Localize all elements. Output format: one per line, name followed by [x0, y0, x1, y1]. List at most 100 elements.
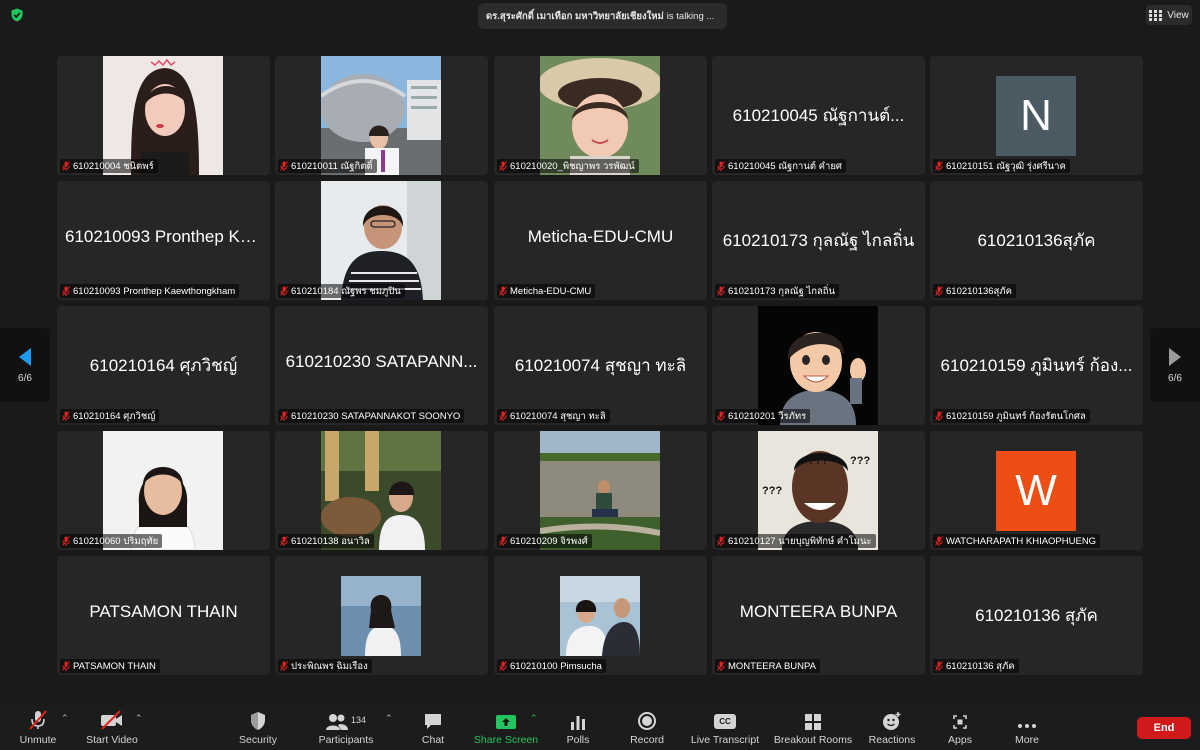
participant-name-label: 610210011 ณัฐกิตติ์ — [278, 159, 377, 173]
participant-tile[interactable]: 610210093 Pronthep Ka... 610210093 Pront… — [57, 181, 270, 300]
breakout-rooms-label: Breakout Rooms — [773, 734, 853, 746]
participant-tile[interactable]: 610210045 ณัฐกานต์... 610210045 ณัฐกานต์… — [712, 56, 925, 175]
live-transcript-label: Live Transcript — [690, 734, 760, 746]
apps-button[interactable]: Apps — [946, 709, 974, 746]
participant-name: 610210127 นายบุญพิทักษ์ คำโมนะ — [728, 535, 872, 547]
participants-options-chevron-icon[interactable]: ⌃ — [385, 713, 393, 724]
participant-tile[interactable]: 610210011 ณัฐกิตติ์ — [275, 56, 488, 175]
participant-avatar-photo — [341, 576, 421, 656]
participant-tile[interactable]: 610210173 กุลณัฐ ไกลถิ่น 610210173 กุลณั… — [712, 181, 925, 300]
participant-name-label: WATCHARAPATH KHIAOPHUENG — [933, 534, 1101, 548]
participant-name-label: 610210159 ภูมินทร์ ก้องรัตนโกศล — [933, 409, 1090, 423]
participants-button[interactable]: 134 Participants — [316, 709, 376, 746]
participant-name-label: 610210100 Pimsucha — [497, 659, 606, 673]
meme-overlay-text: ??? — [850, 455, 871, 467]
live-transcript-button[interactable]: CC Live Transcript — [688, 709, 762, 746]
participant-tile[interactable]: N 610210151 ณัฐวุฒิ รุ่งศรีนาค — [930, 56, 1143, 175]
video-camera-off-icon — [101, 710, 122, 730]
participant-tile[interactable]: MONTEERA BUNPA MONTEERA BUNPA — [712, 556, 925, 675]
participant-avatar-photo — [560, 576, 640, 656]
encryption-shield-icon[interactable] — [10, 8, 24, 22]
participant-tile[interactable]: 610210138 อนาวิล — [275, 431, 488, 550]
muted-microphone-icon — [280, 661, 288, 671]
participant-name: 610210074 สุชญา ทะลิ — [510, 410, 606, 422]
polls-button[interactable]: Polls — [564, 709, 592, 746]
participant-tile[interactable]: ประพิณพร ฉิมเรือง — [275, 556, 488, 675]
participant-name: Meticha-EDU-CMU — [510, 285, 592, 297]
video-options-chevron-icon[interactable]: ⌃ — [135, 713, 143, 724]
participant-tile[interactable]: 610210184 ณัฐพร ชมภูปิน — [275, 181, 488, 300]
participant-name: 610210136สุภัค — [946, 285, 1012, 297]
muted-microphone-icon — [499, 536, 507, 546]
muted-microphone-icon — [935, 661, 943, 671]
view-button[interactable]: View — [1146, 5, 1192, 25]
participant-name: ประพิณพร ฉิมเรือง — [291, 660, 368, 672]
participant-tile[interactable]: 610210136 สุภัค 610210136 สุภัค — [930, 556, 1143, 675]
reactions-button[interactable]: Reactions — [868, 709, 916, 746]
participant-display-name: PATSAMON THAIN — [89, 602, 238, 621]
participant-display-name: 610210164 ศุภวิชญ์ — [89, 356, 238, 375]
arrow-right-icon — [1169, 347, 1181, 366]
participant-tile[interactable]: 610210020_พิชญาพร วรพัฒน์ — [494, 56, 707, 175]
breakout-rooms-button[interactable]: Breakout Rooms — [774, 709, 852, 746]
next-page-button[interactable]: 6/6 — [1150, 328, 1200, 402]
participant-tile[interactable]: 610210060 ปริมฤทัย — [57, 431, 270, 550]
participant-name-label: 610210209 จิรพงศ์ — [497, 534, 592, 548]
participant-name: WATCHARAPATH KHIAOPHUENG — [946, 535, 1097, 547]
participant-name-label: 610210074 สุชญา ทะลิ — [497, 409, 610, 423]
reactions-label: Reactions — [868, 734, 916, 746]
participant-display-name: Meticha-EDU-CMU — [527, 227, 674, 246]
participant-tile[interactable]: Meticha-EDU-CMU Meticha-EDU-CMU — [494, 181, 707, 300]
participant-name-label: MONTEERA BUNPA — [715, 659, 820, 673]
participant-tile[interactable]: ??? ??? ??? 610210127 นายบุญพิทักษ์ คำโม… — [712, 431, 925, 550]
muted-microphone-icon — [935, 411, 943, 421]
end-meeting-button[interactable]: End — [1137, 717, 1191, 739]
unmute-label: Unmute — [19, 734, 57, 746]
share-screen-button[interactable]: Share Screen — [474, 709, 538, 746]
participant-name-label: 610210060 ปริมฤทัย — [60, 534, 163, 548]
participant-tile[interactable]: PATSAMON THAIN PATSAMON THAIN — [57, 556, 270, 675]
participant-name-label: 610210045 ณัฐกานต์ คำยศ — [715, 159, 846, 173]
participant-video — [103, 56, 223, 175]
participant-name: MONTEERA BUNPA — [728, 660, 816, 672]
muted-microphone-icon — [499, 286, 507, 296]
muted-microphone-icon — [280, 161, 288, 171]
participant-tile[interactable]: 610210136สุภัค 610210136สุภัค — [930, 181, 1143, 300]
participant-name: 610210209 จิรพงศ์ — [510, 535, 588, 547]
more-button[interactable]: More — [1013, 709, 1041, 746]
participant-tile[interactable]: 610210100 Pimsucha — [494, 556, 707, 675]
participants-label: Participants — [318, 734, 374, 746]
security-button[interactable]: Security — [236, 709, 280, 746]
participant-tile[interactable]: 610210209 จิรพงศ์ — [494, 431, 707, 550]
participant-name: 610210151 ณัฐวุฒิ รุ่งศรีนาค — [946, 160, 1066, 172]
participant-name-label: 610210136 สุภัค — [933, 659, 1019, 673]
record-button[interactable]: Record — [629, 709, 665, 746]
zoom-meeting-window: ดร.สุระศักดิ์ เมาเทือก มหาวิทยาลัยเชียงใ… — [0, 0, 1200, 750]
muted-microphone-icon — [499, 411, 507, 421]
share-screen-label: Share Screen — [473, 734, 539, 746]
participant-tile[interactable]: 610210074 สุชญา ทะลิ 610210074 สุชญา ทะล… — [494, 306, 707, 425]
participant-name: PATSAMON THAIN — [73, 660, 156, 672]
start-video-button[interactable]: Start Video — [84, 709, 140, 746]
participant-name: 610210045 ณัฐกานต์ คำยศ — [728, 160, 842, 172]
share-screen-icon — [496, 715, 516, 729]
participant-tile[interactable]: 610210164 ศุภวิชญ์ 610210164 ศุภวิชญ์ — [57, 306, 270, 425]
active-speaker-name: ดร.สุระศักดิ์ เมาเทือก มหาวิทยาลัยเชียงใ… — [486, 10, 664, 22]
participant-name: 610210159 ภูมินทร์ ก้องรัตนโกศล — [946, 410, 1086, 422]
unmute-button[interactable]: Unmute — [16, 709, 60, 746]
share-options-chevron-icon[interactable]: ⌃ — [530, 713, 538, 724]
participant-tile[interactable]: 610210201 วีรภัทร — [712, 306, 925, 425]
participant-tile[interactable]: W WATCHARAPATH KHIAOPHUENG — [930, 431, 1143, 550]
participant-tile[interactable]: 610210230 SATAPANN... 610210230 SATAPANN… — [275, 306, 488, 425]
participant-tile[interactable]: 610210159 ภูมินทร์ ก้อง... 610210159 ภูม… — [930, 306, 1143, 425]
previous-page-button[interactable]: 6/6 — [0, 328, 50, 402]
participant-name-label: PATSAMON THAIN — [60, 659, 160, 673]
chat-button[interactable]: Chat — [418, 709, 448, 746]
participant-tile[interactable]: 610210004 ชนิตพร์ — [57, 56, 270, 175]
muted-microphone-icon — [499, 661, 507, 671]
participants-icon — [325, 714, 348, 730]
participant-name-label: 610210173 กุลณัฐ ไกลถิ่น — [715, 284, 840, 298]
audio-options-chevron-icon[interactable]: ⌃ — [61, 713, 69, 724]
muted-microphone-icon — [62, 411, 70, 421]
participant-display-name: 610210045 ณัฐกานต์... — [732, 106, 905, 125]
